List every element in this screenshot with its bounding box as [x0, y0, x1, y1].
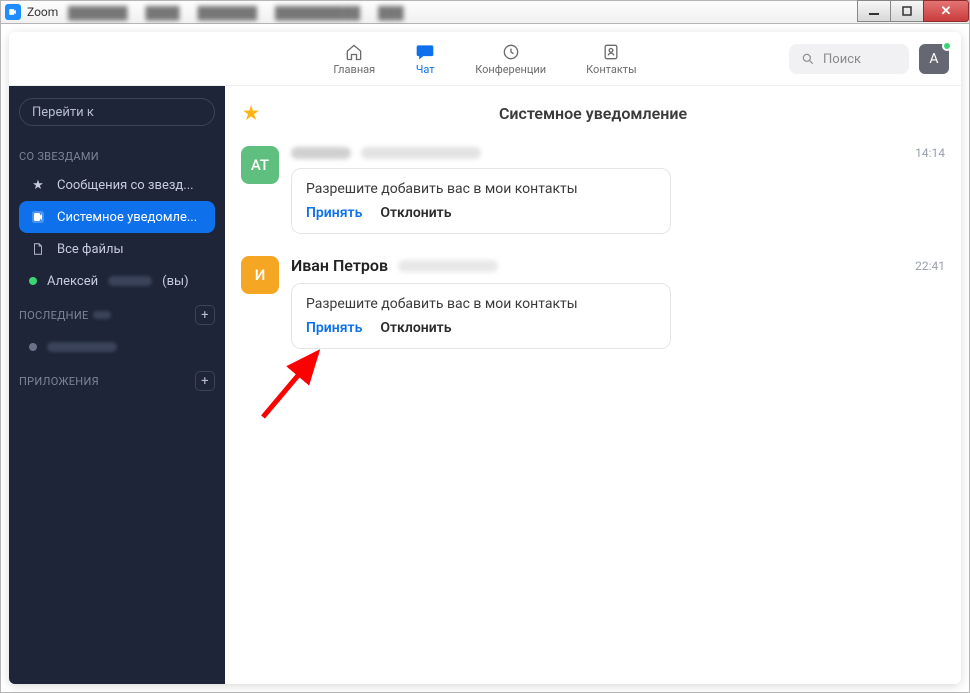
search-icon [801, 52, 815, 66]
search-placeholder: Поиск [823, 52, 861, 67]
sidebar-item-all-files[interactable]: Все файлы [19, 233, 215, 265]
nav-meetings-label: Конференции [475, 63, 546, 76]
maximize-button[interactable] [890, 0, 924, 22]
nav-chat[interactable]: Чат [415, 42, 435, 76]
section-apps-header[interactable]: ПРИЛОЖЕНИЯ + [19, 371, 215, 391]
chat-header: ★ Системное уведомление [225, 86, 961, 140]
sender-avatar[interactable]: И [241, 256, 279, 294]
minimize-button[interactable] [857, 0, 891, 22]
home-icon [344, 42, 364, 62]
star-icon: ★ [29, 178, 47, 193]
message-row: И Иван Петров 22:41 Разрешите добавить в… [241, 256, 945, 349]
sender-avatar[interactable]: AT [241, 146, 279, 184]
presence-gray-icon [29, 343, 37, 351]
redacted-sender-name [291, 147, 351, 159]
window-title: Zoom [27, 5, 58, 19]
add-recent-button[interactable]: + [195, 305, 215, 325]
zoom-app-icon [5, 4, 21, 20]
close-button[interactable]: ✕ [923, 0, 969, 22]
decline-button[interactable]: Отклонить [380, 205, 451, 221]
nav-home-label: Главная [333, 63, 375, 76]
chat-pane: ★ Системное уведомление AT 14:14 [225, 86, 961, 684]
add-app-button[interactable]: + [195, 371, 215, 391]
user-avatar[interactable]: A [919, 44, 949, 74]
jump-to-input[interactable]: Перейти к [19, 98, 215, 126]
logo-square-icon [29, 209, 47, 225]
message-time: 22:41 [915, 259, 945, 273]
sidebar-item-recent-redacted[interactable] [19, 331, 215, 363]
file-icon [29, 242, 47, 256]
clock-icon [501, 42, 521, 62]
contact-request-card: Разрешите добавить вас в мои контакты Пр… [291, 283, 671, 349]
card-text: Разрешите добавить вас в мои контакты [306, 181, 656, 197]
contacts-icon [601, 42, 621, 62]
redacted-sender-email [398, 260, 498, 272]
sidebar-item-system-notification[interactable]: Системное уведомле... [19, 201, 215, 233]
nav-contacts-label: Контакты [586, 63, 637, 76]
presence-green-icon [29, 277, 37, 285]
sidebar: Перейти к СО ЗВЕЗДАМИ ★ Сообщения со зве… [9, 86, 225, 684]
nav-home[interactable]: Главная [333, 42, 375, 76]
jump-to-label: Перейти к [32, 105, 94, 120]
sender-name: Иван Петров [291, 256, 388, 275]
nav-chat-label: Чат [416, 63, 435, 76]
redacted-sender-email [361, 147, 481, 159]
sidebar-item-self[interactable]: Алексей (вы) [19, 265, 215, 297]
decline-button[interactable]: Отклонить [380, 320, 451, 336]
contact-request-card: Разрешите добавить вас в мои контакты Пр… [291, 168, 671, 234]
avatar-initial: A [929, 51, 938, 67]
top-nav: Главная Чат Конференции [9, 32, 961, 86]
accept-button[interactable]: Принять [306, 205, 362, 221]
redacted-name [47, 342, 117, 352]
section-recent-header[interactable]: ПОСЛЕДНИЕ + [19, 305, 215, 325]
search-input[interactable]: Поиск [789, 44, 909, 74]
star-filled-icon[interactable]: ★ [243, 103, 259, 124]
redacted-name [108, 276, 152, 286]
card-text: Разрешите добавить вас в мои контакты [306, 296, 656, 312]
window-titlebar: Zoom ███████████████████████████████ ✕ [0, 0, 970, 24]
background-blur: ███████████████████████████████ [68, 1, 404, 25]
sidebar-item-starred-messages[interactable]: ★ Сообщения со звезд... [19, 169, 215, 201]
accept-button[interactable]: Принять [306, 320, 362, 336]
message-time: 14:14 [915, 146, 945, 160]
section-starred-header[interactable]: СО ЗВЕЗДАМИ [19, 150, 215, 163]
nav-contacts[interactable]: Контакты [586, 42, 637, 76]
chat-icon [415, 42, 435, 62]
presence-dot-icon [942, 41, 952, 51]
message-row: AT 14:14 Разрешите добавить вас в мои ко… [241, 146, 945, 234]
chat-title: Системное уведомление [499, 104, 687, 123]
nav-meetings[interactable]: Конференции [475, 42, 546, 76]
